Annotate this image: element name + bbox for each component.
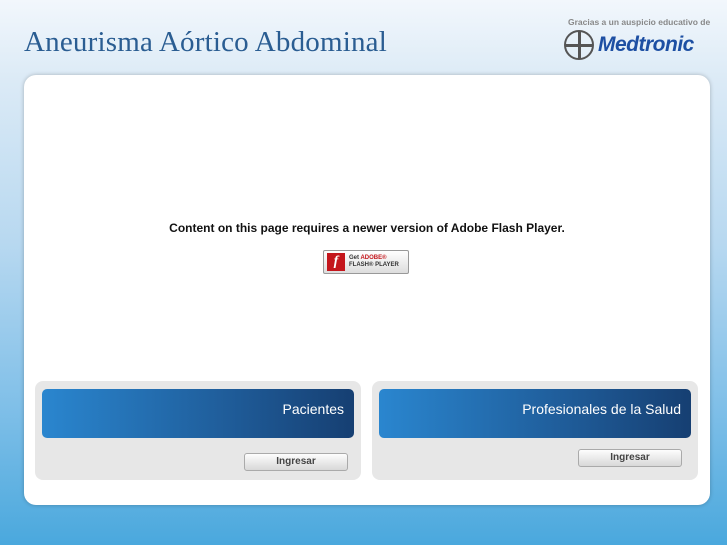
flash-icon: f (327, 253, 345, 271)
panel-title: Profesionales de la Salud (379, 389, 691, 438)
medtronic-logo[interactable]: Medtronic (564, 30, 694, 60)
flash-get: Get (349, 255, 360, 261)
page-title: Aneurisma Aórtico Abdominal (24, 26, 388, 58)
flash-adobe: ADOBE® (360, 255, 387, 261)
panel-title: Pacientes (42, 389, 354, 438)
panel-pacientes: Pacientes Ingresar (35, 381, 361, 480)
flash-product: FLASH® PLAYER (349, 262, 399, 268)
medtronic-logo-icon (564, 30, 594, 60)
sponsor-text: Gracias a un auspicio educativo de (568, 17, 711, 27)
panel-profesionales: Profesionales de la Salud Ingresar (372, 381, 698, 480)
get-flash-player-button[interactable]: f Get ADOBE® FLASH® PLAYER (323, 250, 409, 274)
flash-message: Content on this page requires a newer ve… (169, 221, 565, 235)
logo-text: Medtronic (598, 33, 694, 56)
content-card: Content on this page requires a newer ve… (24, 75, 710, 505)
ingresar-pacientes-button[interactable]: Ingresar (244, 453, 348, 471)
ingresar-profesionales-button[interactable]: Ingresar (578, 449, 682, 467)
